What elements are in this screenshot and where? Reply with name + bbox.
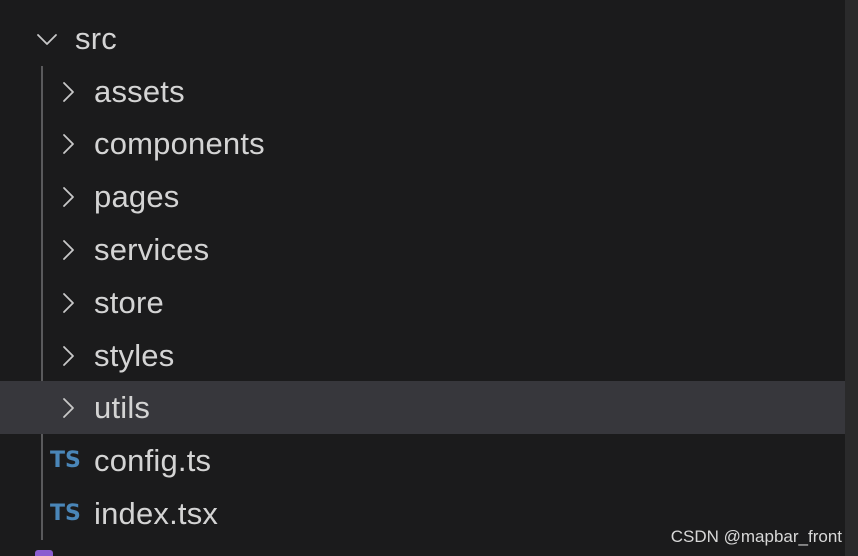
chevron-down-icon[interactable] — [36, 28, 58, 50]
typescript-file-icon: TS — [50, 448, 81, 473]
folder-label-services: services — [94, 231, 210, 267]
file-explorer: src assets components pages services sto… — [0, 0, 858, 556]
folder-label-src: src — [75, 20, 117, 56]
tree-item-utils[interactable]: utils — [0, 381, 845, 434]
tree-item-assets[interactable]: assets — [0, 65, 845, 118]
file-label-index-tsx: index.tsx — [94, 495, 219, 531]
folder-label-assets: assets — [94, 73, 185, 109]
chevron-right-icon[interactable] — [57, 292, 79, 314]
chevron-right-icon[interactable] — [57, 81, 79, 103]
tree-item-store[interactable]: store — [0, 276, 845, 329]
tree-item-services[interactable]: services — [0, 223, 845, 276]
folder-label-styles: styles — [94, 337, 175, 373]
folder-label-pages: pages — [94, 178, 180, 214]
chevron-right-icon[interactable] — [57, 133, 79, 155]
tree-item-pages[interactable]: pages — [0, 170, 845, 223]
tree-item-config-ts[interactable]: TS config.ts — [0, 434, 845, 487]
tree-item-src[interactable]: src — [0, 12, 845, 65]
chevron-right-icon[interactable] — [57, 239, 79, 261]
folder-label-utils: utils — [94, 389, 151, 425]
tree-item-components[interactable]: components — [0, 117, 845, 170]
typescript-file-icon: TS — [50, 501, 81, 526]
file-label-config-ts: config.ts — [94, 442, 212, 478]
chevron-right-icon[interactable] — [57, 345, 79, 367]
chevron-right-icon[interactable] — [57, 186, 79, 208]
purple-file-icon — [35, 550, 53, 556]
watermark: CSDN @mapbar_front — [670, 527, 842, 546]
folder-label-store: store — [94, 284, 164, 320]
folder-label-components: components — [94, 125, 265, 161]
scrollbar[interactable] — [845, 0, 858, 556]
tree-item-styles[interactable]: styles — [0, 329, 845, 382]
chevron-right-icon[interactable] — [57, 397, 79, 419]
